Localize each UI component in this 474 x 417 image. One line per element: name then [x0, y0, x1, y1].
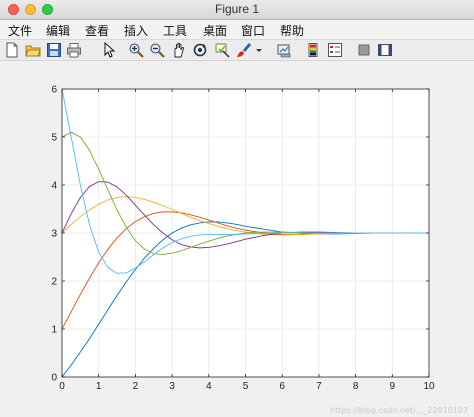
x-tick-label: 10	[423, 381, 435, 392]
watermark: https://blog.csdn.net/..._22010107	[330, 406, 468, 415]
line-plot[interactable]: 0 1 2 3 4 5 6 7 8 9 10 0 1 2 3 4 5 6	[0, 0, 474, 417]
y-tick-label: 0	[51, 373, 57, 384]
x-tick-label: 4	[206, 381, 212, 392]
x-tick-label: 2	[133, 381, 139, 392]
x-tick-label: 7	[316, 381, 322, 392]
y-tick-label: 5	[51, 133, 57, 144]
x-tick-label: 1	[96, 381, 102, 392]
y-tick-label: 4	[51, 181, 57, 192]
y-tick-label: 2	[51, 277, 57, 288]
x-tick-label: 3	[169, 381, 175, 392]
x-tick-label: 0	[59, 381, 65, 392]
x-tick-label: 8	[353, 381, 359, 392]
x-tick-label: 9	[390, 381, 396, 392]
y-tick-label: 1	[51, 325, 57, 336]
y-tick-label: 6	[51, 85, 57, 96]
x-tick-label: 5	[243, 381, 249, 392]
figure-window: Figure 1 文件 编辑 查看 插入 工具 桌面 窗口 帮助 0 1 2 3…	[0, 0, 474, 417]
y-tick-label: 3	[51, 229, 57, 240]
x-tick-label: 6	[279, 381, 285, 392]
